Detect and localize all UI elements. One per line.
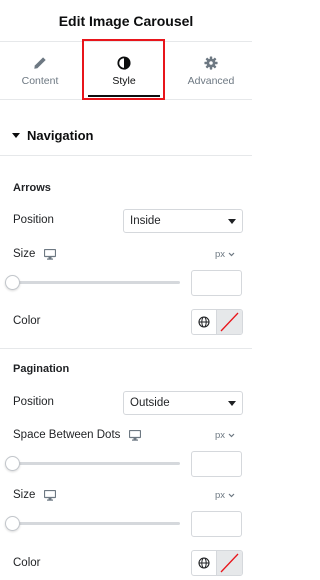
section-divider xyxy=(0,348,252,349)
caret-down-icon xyxy=(12,133,20,138)
space-between-dots-unit-select[interactable]: px xyxy=(215,430,235,441)
arrows-size-unit: px xyxy=(215,249,226,260)
chevron-down-icon xyxy=(228,252,235,257)
space-between-dots-label: Space Between Dots xyxy=(13,429,142,441)
chevron-down-icon xyxy=(228,493,235,498)
arrows-size-unit-select[interactable]: px xyxy=(215,249,235,260)
panel-header: Edit Image Carousel xyxy=(0,0,252,42)
pagination-size-unit-select[interactable]: px xyxy=(215,490,235,501)
pagination-heading: Pagination xyxy=(13,363,70,375)
pagination-position-label: Position xyxy=(13,396,54,408)
pagination-color-swatch[interactable] xyxy=(217,551,242,575)
desktop-icon xyxy=(129,429,142,441)
pagination-size-input[interactable] xyxy=(191,511,242,537)
arrows-size-label: Size xyxy=(13,248,57,260)
pagination-size-slider-handle[interactable] xyxy=(5,516,20,531)
arrows-size-input[interactable] xyxy=(191,270,242,296)
tab-content-label: Content xyxy=(21,74,59,87)
space-between-dots-unit: px xyxy=(215,430,226,441)
globe-icon xyxy=(198,557,210,569)
space-between-dots-label-text: Space Between Dots xyxy=(13,429,121,441)
pagination-position-value: Outside xyxy=(130,397,170,409)
pagination-global-color-button[interactable] xyxy=(192,551,217,575)
panel-tabs: Content Style Advanced xyxy=(0,42,252,100)
active-tab-indicator xyxy=(88,95,160,97)
pencil-icon xyxy=(34,56,46,69)
desktop-icon xyxy=(44,489,57,501)
space-between-dots-input[interactable] xyxy=(191,451,242,477)
no-color-slash-icon xyxy=(220,553,239,573)
globe-icon xyxy=(198,316,210,328)
arrows-global-color-button[interactable] xyxy=(192,310,217,334)
dropdown-arrow-icon xyxy=(228,401,236,406)
pagination-position-select[interactable]: Outside xyxy=(123,391,243,415)
pagination-size-slider[interactable] xyxy=(13,522,180,525)
arrows-size-slider[interactable] xyxy=(13,281,180,284)
pagination-color-label: Color xyxy=(13,557,41,569)
panel-title: Edit Image Carousel xyxy=(58,12,194,29)
tab-content[interactable]: Content xyxy=(0,42,80,100)
space-between-dots-slider-handle[interactable] xyxy=(5,456,20,471)
arrows-heading: Arrows xyxy=(13,182,51,194)
arrows-color-control xyxy=(191,309,243,335)
tab-style[interactable]: Style xyxy=(84,42,164,100)
dropdown-arrow-icon xyxy=(228,219,236,224)
arrows-size-label-text: Size xyxy=(13,248,36,260)
section-title: Navigation xyxy=(27,128,94,143)
navigation-section-header[interactable]: Navigation xyxy=(0,116,252,156)
pagination-size-label: Size xyxy=(13,489,57,501)
pagination-size-label-text: Size xyxy=(13,489,36,501)
no-color-slash-icon xyxy=(220,312,239,332)
arrows-position-value: Inside xyxy=(130,215,161,227)
tab-advanced[interactable]: Advanced xyxy=(170,42,252,100)
tab-style-label: Style xyxy=(112,74,136,87)
space-between-dots-slider[interactable] xyxy=(13,462,180,465)
pagination-size-unit: px xyxy=(215,490,226,501)
arrows-size-slider-handle[interactable] xyxy=(5,275,20,290)
desktop-icon xyxy=(44,248,57,260)
chevron-down-icon xyxy=(228,433,235,438)
arrows-color-label: Color xyxy=(13,315,41,327)
pagination-color-control xyxy=(191,550,243,576)
tab-advanced-label: Advanced xyxy=(187,74,235,87)
gear-icon xyxy=(204,55,218,70)
arrows-position-label: Position xyxy=(13,214,54,226)
arrows-position-select[interactable]: Inside xyxy=(123,209,243,233)
arrows-color-swatch[interactable] xyxy=(217,310,242,334)
contrast-circle-icon xyxy=(117,55,131,70)
